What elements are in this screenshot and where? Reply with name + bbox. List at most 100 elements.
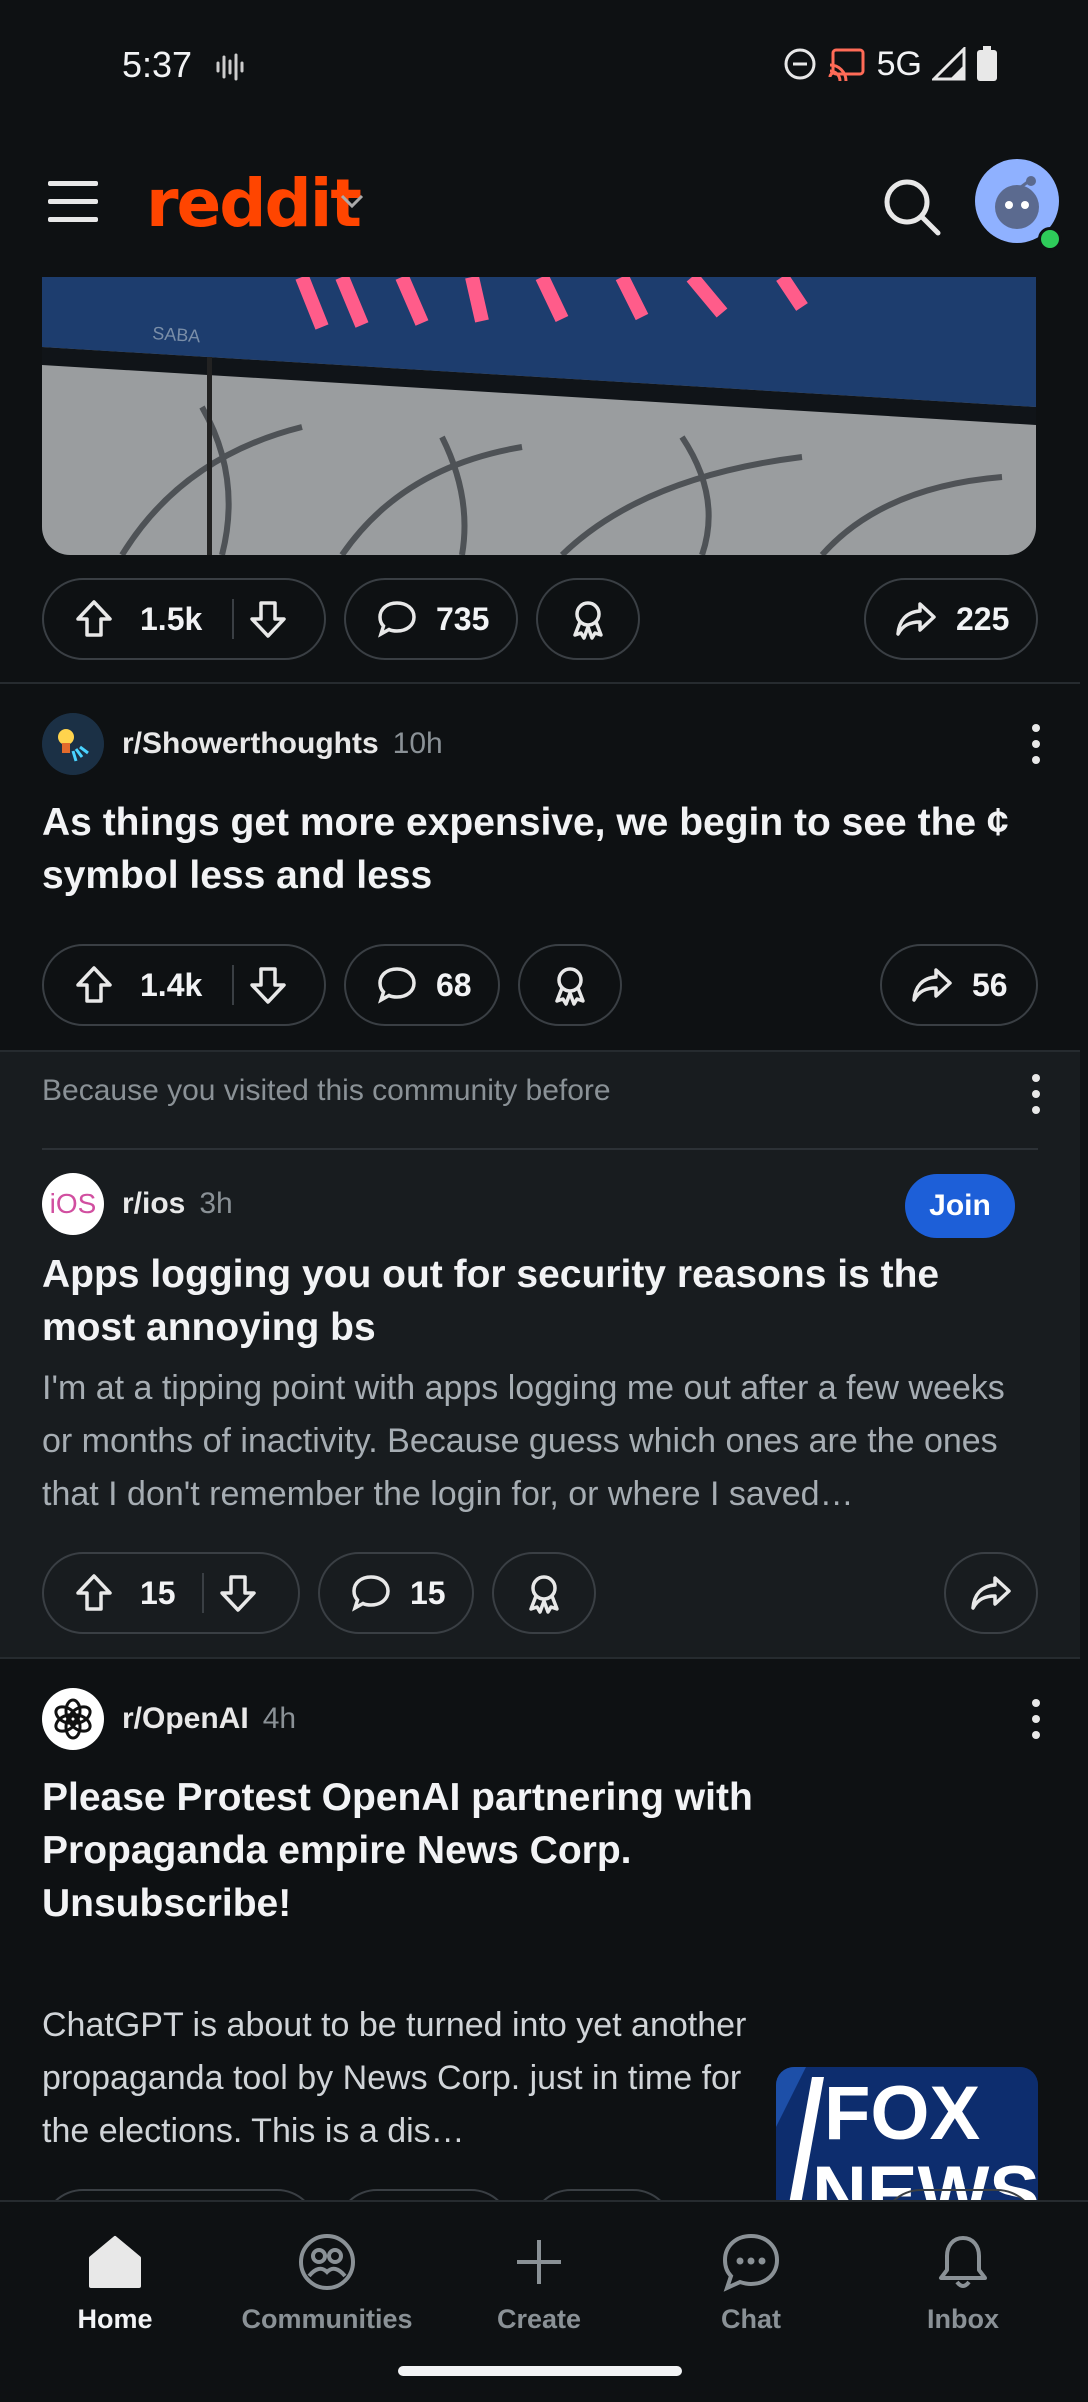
thumbnail-text-line1: FOX bbox=[824, 2071, 981, 2156]
nav-home[interactable]: Home bbox=[30, 2230, 200, 2335]
post-image[interactable]: SABA bbox=[42, 277, 1036, 555]
cast-icon bbox=[828, 48, 865, 81]
recommendation-reason: Because you visited this community befor… bbox=[42, 1074, 611, 1107]
post-body[interactable]: ChatGPT is about to be turned into yet a… bbox=[42, 1999, 762, 2158]
share-count: 56 bbox=[972, 966, 1008, 1003]
post-title[interactable]: As things get more expensive, we begin t… bbox=[42, 796, 1038, 902]
post-meta: r/Showerthoughts 10h bbox=[42, 712, 443, 776]
reddit-logo[interactable]: reddit bbox=[146, 165, 362, 242]
nav-communities[interactable]: Communities bbox=[241, 2230, 413, 2335]
nav-inbox[interactable]: Inbox bbox=[878, 2230, 1048, 2335]
search-icon[interactable] bbox=[880, 175, 944, 239]
subreddit-icon[interactable]: iOS bbox=[42, 1173, 104, 1235]
post-meta: iOS r/ios 3h bbox=[42, 1172, 233, 1236]
nav-label: Chat bbox=[721, 2304, 781, 2334]
award-button[interactable] bbox=[492, 1552, 596, 1634]
downvote-icon[interactable] bbox=[246, 597, 290, 641]
share-button[interactable]: 32 bbox=[880, 2189, 1038, 2200]
post-title[interactable]: Apps logging you out for security reason… bbox=[42, 1248, 1038, 1354]
chat-icon bbox=[722, 2233, 780, 2292]
post-body[interactable]: I'm at a tipping point with apps logging… bbox=[42, 1362, 1038, 1521]
share-icon bbox=[896, 602, 936, 636]
comments-button[interactable]: 68 bbox=[344, 944, 500, 1026]
post-time: 4h bbox=[262, 1702, 297, 1735]
app-header: reddit bbox=[0, 135, 1088, 277]
post-card[interactable]: r/Showerthoughts 10h As things get more … bbox=[0, 684, 1080, 1052]
downvote-icon[interactable] bbox=[216, 1571, 260, 1615]
post-thumbnail[interactable]: FOX NEWS bbox=[776, 2067, 1038, 2200]
upvote-count: 15 bbox=[140, 1574, 176, 1611]
share-count: 225 bbox=[956, 600, 1010, 637]
award-button[interactable] bbox=[536, 578, 640, 660]
join-button[interactable]: Join bbox=[905, 1174, 1015, 1238]
communities-icon bbox=[299, 2234, 355, 2290]
subreddit-name[interactable]: r/OpenAI bbox=[122, 1702, 249, 1736]
comment-count: 68 bbox=[436, 966, 472, 1003]
nav-label: Inbox bbox=[927, 2304, 999, 2334]
share-icon bbox=[971, 1576, 1011, 1610]
battery-icon bbox=[977, 46, 997, 81]
more-options-icon[interactable] bbox=[1016, 1064, 1056, 1124]
vote-control: 191 bbox=[42, 2189, 318, 2200]
network-type: 5G bbox=[876, 44, 922, 83]
post-card[interactable]: SABA 1.5k 735 225 bbox=[0, 277, 1080, 684]
nav-label: Home bbox=[77, 2304, 153, 2334]
subreddit-name[interactable]: r/ios bbox=[122, 1187, 185, 1221]
share-button[interactable]: 56 bbox=[880, 944, 1038, 1026]
comments-button[interactable]: 201 bbox=[336, 2189, 512, 2200]
status-time: 5:37 bbox=[122, 44, 193, 85]
nav-label: Create bbox=[496, 2304, 582, 2334]
more-options-icon[interactable] bbox=[1016, 714, 1056, 774]
subreddit-name[interactable]: r/Showerthoughts bbox=[122, 727, 379, 761]
downvote-icon[interactable] bbox=[246, 963, 290, 1007]
award-button[interactable]: 1 bbox=[530, 2189, 674, 2200]
award-button[interactable] bbox=[518, 944, 622, 1026]
chevron-down-icon[interactable] bbox=[338, 191, 366, 211]
vote-control: 1.4k bbox=[42, 944, 326, 1026]
post-time: 3h bbox=[199, 1187, 233, 1220]
vote-control: 15 bbox=[42, 1552, 300, 1634]
upvote-icon[interactable] bbox=[72, 1571, 116, 1615]
subreddit-icon[interactable] bbox=[42, 1688, 104, 1750]
comments-button[interactable]: 735 bbox=[344, 578, 518, 660]
post-card[interactable]: Because you visited this community befor… bbox=[0, 1052, 1080, 1659]
divider bbox=[42, 1148, 1038, 1150]
sound-wave-icon bbox=[216, 53, 244, 81]
upvote-count: 1.4k bbox=[140, 966, 203, 1003]
comment-icon bbox=[378, 967, 416, 1004]
post-time: 10h bbox=[392, 727, 443, 760]
award-icon bbox=[573, 601, 603, 640]
nav-chat[interactable]: Chat bbox=[666, 2230, 836, 2335]
nav-create[interactable]: Create bbox=[454, 2230, 624, 2335]
plus-icon bbox=[517, 2240, 561, 2284]
gesture-bar[interactable] bbox=[398, 2366, 682, 2376]
upvote-icon[interactable] bbox=[72, 963, 116, 1007]
nav-label: Communities bbox=[241, 2304, 413, 2334]
vote-control: 1.5k bbox=[42, 578, 326, 660]
subreddit-icon[interactable] bbox=[42, 713, 104, 775]
online-indicator bbox=[1038, 227, 1062, 251]
do-not-disturb-icon bbox=[784, 48, 816, 80]
comments-button[interactable]: 15 bbox=[318, 1552, 474, 1634]
post-meta: r/OpenAI 4h bbox=[42, 1687, 296, 1751]
share-icon bbox=[912, 968, 952, 1002]
upvote-count: 1.5k bbox=[140, 600, 203, 637]
post-card[interactable]: r/OpenAI 4h Please Protest OpenAI partne… bbox=[0, 1659, 1080, 2200]
more-options-icon[interactable] bbox=[1016, 1689, 1056, 1749]
svg-text:SABA: SABA bbox=[152, 323, 201, 346]
signal-icon bbox=[932, 47, 966, 81]
upvote-icon[interactable] bbox=[72, 597, 116, 641]
share-button[interactable] bbox=[944, 1552, 1038, 1634]
award-icon bbox=[555, 967, 585, 1006]
comment-icon bbox=[352, 1575, 390, 1612]
status-bar: 5:37 5G bbox=[0, 0, 1088, 135]
comment-count: 735 bbox=[436, 600, 490, 637]
bell-icon bbox=[939, 2236, 987, 2288]
award-icon bbox=[529, 1575, 559, 1614]
menu-icon[interactable] bbox=[48, 181, 98, 222]
status-icons: 5G bbox=[783, 44, 998, 84]
home-icon bbox=[89, 2236, 141, 2288]
share-button[interactable]: 225 bbox=[864, 578, 1038, 660]
post-title[interactable]: Please Protest OpenAI partnering with Pr… bbox=[42, 1771, 762, 1930]
comment-count: 15 bbox=[410, 1574, 446, 1611]
